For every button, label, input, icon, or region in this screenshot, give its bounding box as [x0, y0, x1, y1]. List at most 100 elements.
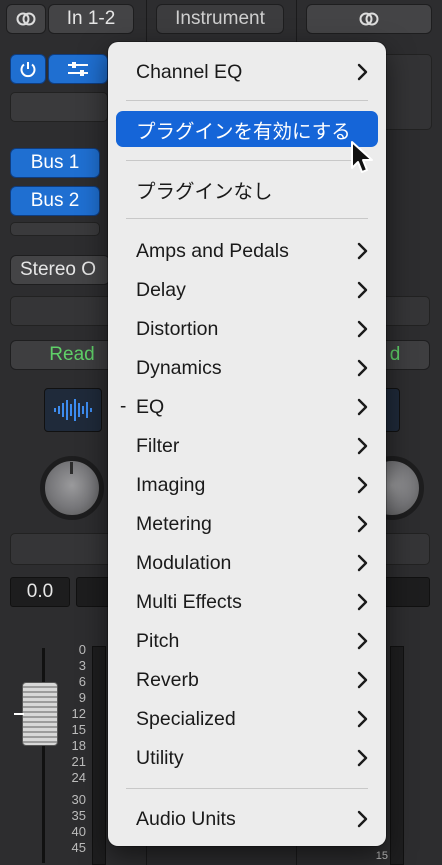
menu-item-label: Delay	[136, 278, 186, 301]
menu-item-dynamics[interactable]: Dynamics	[108, 350, 386, 386]
menu-item-audio-units[interactable]: Audio Units	[108, 801, 386, 837]
menu-item-label: Imaging	[136, 473, 206, 496]
menu-item-label: Modulation	[136, 551, 232, 574]
link-button-right[interactable]	[306, 4, 432, 34]
menu-item-label: Filter	[136, 434, 180, 457]
waveform-icon	[54, 399, 92, 421]
plugin-popup-menu: Channel EQ プラグインを有効にする プラグインなし Amps and Ped…	[108, 42, 386, 846]
send-bus-2[interactable]: Bus 2	[10, 186, 100, 216]
link-button[interactable]	[6, 4, 46, 34]
menu-item-label: Pitch	[136, 629, 180, 652]
menu-item-delay[interactable]: Delay	[108, 272, 386, 308]
meter-scale: 0 3 6 9 12 15 18 21 24 30 35 40 45	[62, 642, 86, 856]
scale-tick: 0	[78, 642, 86, 657]
scale-tick: 30	[71, 792, 86, 807]
input-slot[interactable]: In 1-2	[48, 4, 134, 34]
instrument-slot[interactable]: Instrument	[156, 4, 284, 34]
menu-item-eq[interactable]: EQ -	[108, 389, 386, 425]
scale-tick: 18	[71, 738, 86, 753]
current-selection-marker: -	[120, 396, 127, 417]
scale-tick: 24	[71, 770, 86, 785]
send-label: Bus 1	[30, 152, 80, 173]
chevron-right-icon	[357, 593, 368, 611]
chevron-right-icon	[357, 515, 368, 533]
chevron-right-icon	[357, 242, 368, 260]
menu-item-channel-eq[interactable]: Channel EQ	[108, 54, 386, 90]
menu-item-metering[interactable]: Metering	[108, 506, 386, 542]
menu-item-item-2[interactable]: プラグインなし	[108, 171, 386, 207]
chevron-right-icon	[357, 554, 368, 572]
menu-item-label: プラグインを有効にする	[136, 120, 351, 143]
chevron-right-icon	[357, 671, 368, 689]
output-slot[interactable]: Stereo O	[10, 255, 110, 285]
menu-item-multi-effects[interactable]: Multi Effects	[108, 584, 386, 620]
menu-item-amps-and-pedals[interactable]: Amps and Pedals	[108, 233, 386, 269]
menu-item-label: Channel EQ	[136, 60, 243, 83]
link-rings-icon	[16, 12, 36, 26]
scale-tick: 6	[78, 674, 86, 689]
scale-tick: 9	[78, 690, 86, 705]
output-label: Stereo O	[20, 259, 97, 280]
chevron-right-icon	[357, 320, 368, 338]
knob-indicator	[70, 462, 73, 474]
chevron-right-icon	[357, 632, 368, 650]
menu-item-label: Utility	[136, 746, 184, 769]
scale-tick: 21	[71, 754, 86, 769]
scale-tick: 12	[71, 706, 86, 721]
power-button[interactable]	[10, 54, 46, 84]
menu-item-specialized[interactable]: Specialized	[108, 701, 386, 737]
automation-read-label: d	[389, 344, 401, 365]
menu-separator	[126, 100, 368, 101]
automation-read-label: Read	[49, 344, 95, 365]
menu-item-label: Specialized	[136, 707, 236, 730]
link-rings-icon	[359, 12, 379, 26]
chevron-right-icon	[357, 749, 368, 767]
menu-item-label: Distortion	[136, 317, 219, 340]
menu-separator	[126, 788, 368, 789]
menu-item-modulation[interactable]: Modulation	[108, 545, 386, 581]
menu-item-label: Metering	[136, 512, 212, 535]
chevron-right-icon	[357, 359, 368, 377]
send-slot-empty[interactable]	[10, 222, 100, 236]
scale-tick: 45	[71, 840, 86, 855]
fader-marker	[14, 713, 24, 715]
chevron-right-icon	[357, 398, 368, 416]
menu-item-label: Dynamics	[136, 356, 222, 379]
volume-readout[interactable]: 0.0	[10, 577, 70, 607]
menu-item-label: EQ	[136, 395, 165, 418]
volume-fader-handle[interactable]	[22, 682, 58, 746]
send-label: Bus 2	[30, 190, 80, 211]
menu-item-pitch[interactable]: Pitch	[108, 623, 386, 659]
fader-track	[42, 648, 45, 863]
menu-item-reverb[interactable]: Reverb	[108, 662, 386, 698]
menu-item-label: Amps and Pedals	[136, 239, 289, 262]
chevron-right-icon	[357, 710, 368, 728]
menu-item-utility[interactable]: Utility	[108, 740, 386, 776]
mouse-cursor-icon	[351, 141, 373, 173]
menu-separator	[126, 160, 368, 161]
insert-slot-empty[interactable]	[10, 92, 108, 122]
send-bus-1[interactable]: Bus 1	[10, 148, 100, 178]
scale-tick: 15	[375, 850, 388, 862]
menu-item-label: プラグインなし	[136, 180, 273, 203]
scale-tick: 40	[71, 824, 86, 839]
volume-value: 0.0	[26, 581, 54, 602]
menu-separator	[126, 218, 368, 219]
chevron-right-icon	[357, 810, 368, 828]
eq-settings-button[interactable]	[48, 54, 108, 84]
meter-scale-right: 15	[368, 848, 388, 864]
menu-item-distortion[interactable]: Distortion	[108, 311, 386, 347]
scale-tick: 35	[71, 808, 86, 823]
menu-item-label: Reverb	[136, 668, 199, 691]
menu-item-label: Audio Units	[136, 807, 236, 830]
sliders-icon	[68, 62, 88, 76]
chevron-right-icon	[357, 63, 368, 81]
scale-tick: 3	[78, 658, 86, 673]
menu-item-item-1[interactable]: プラグインを有効にする	[116, 111, 378, 147]
input-label: In 1-2	[66, 8, 116, 29]
menu-item-imaging[interactable]: Imaging	[108, 467, 386, 503]
audio-region-icon-button[interactable]	[44, 388, 102, 432]
menu-item-filter[interactable]: Filter	[108, 428, 386, 464]
chevron-right-icon	[357, 281, 368, 299]
chevron-right-icon	[357, 437, 368, 455]
